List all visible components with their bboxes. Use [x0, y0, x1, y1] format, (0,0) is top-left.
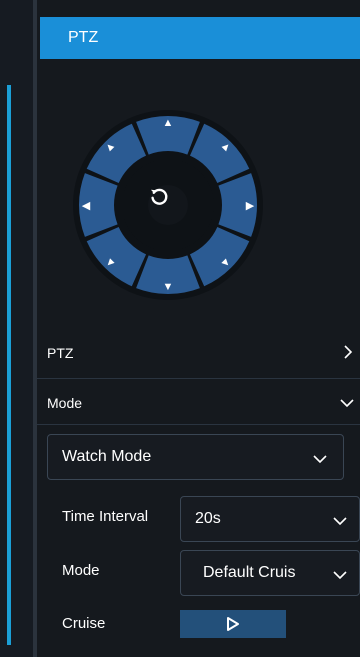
arrow-up-icon: ▲ [162, 117, 174, 129]
chevron-right-icon [342, 344, 354, 362]
arrow-down-icon: ▼ [162, 281, 174, 293]
pan-up-button[interactable]: ▲ [157, 112, 179, 134]
pan-right-button[interactable]: ▶ [239, 194, 261, 216]
chevron-down-icon [340, 395, 354, 411]
ptz-section-label: PTZ [47, 345, 74, 361]
pan-down-button[interactable]: ▼ [157, 276, 179, 298]
time-interval-select[interactable]: 20s [180, 496, 360, 542]
arrow-right-icon: ▶ [245, 199, 255, 212]
cruise-mode-value: Default Cruis [203, 564, 296, 581]
mode-section-label: Mode [47, 395, 83, 411]
arrow-left-icon: ◀ [81, 199, 91, 212]
cruise-play-button[interactable] [180, 610, 286, 638]
chevron-down-icon [313, 451, 327, 469]
left-strip [0, 0, 34, 657]
ptz-reset-button[interactable] [148, 185, 188, 225]
arrow-down-right-icon: ▼ [217, 254, 235, 272]
scroll-accent-bar [7, 85, 11, 645]
cruise-mode-select[interactable]: Default Cruis [180, 550, 360, 596]
cruise-mode-label: Mode [62, 562, 100, 579]
divider [37, 424, 360, 425]
panel-title: PTZ [68, 29, 99, 46]
time-interval-value: 20s [195, 510, 221, 527]
time-interval-label: Time Interval [62, 508, 149, 525]
ptz-joystick: ▲ ▼ ◀ ▶ ▲ ▲ ▼ ▼ [73, 110, 263, 300]
mode-section-row[interactable]: Mode [37, 388, 360, 418]
arrow-up-left-icon: ▲ [101, 138, 119, 156]
cruise-label: Cruise [62, 615, 106, 632]
divider [37, 378, 360, 379]
panel-header: PTZ [40, 17, 360, 59]
arrow-up-right-icon: ▲ [217, 138, 235, 156]
ptz-section-row[interactable]: PTZ [37, 338, 360, 368]
watch-mode-select[interactable]: Watch Mode [47, 434, 344, 480]
watch-mode-value: Watch Mode [62, 448, 152, 465]
reset-icon [150, 188, 168, 205]
play-icon [227, 617, 239, 631]
chevron-down-icon [333, 567, 347, 585]
pan-left-button[interactable]: ◀ [75, 194, 97, 216]
chevron-down-icon [333, 513, 347, 531]
arrow-down-left-icon: ▼ [101, 254, 119, 272]
